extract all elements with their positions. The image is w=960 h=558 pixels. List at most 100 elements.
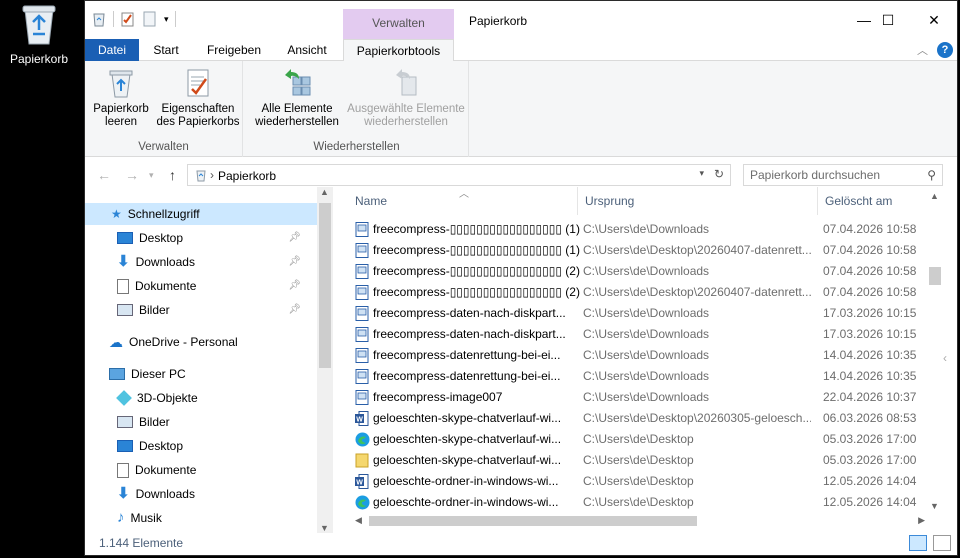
nav-downloads-quick[interactable]: ⬇ Downloads 📌︎: [117, 251, 317, 273]
scroll-up-icon[interactable]: ▲: [320, 187, 329, 197]
table-row[interactable]: Wgeloeschte-ordner-in-windows-wi... C:\Us…: [353, 471, 927, 492]
computer-icon: [109, 368, 125, 380]
pin-icon[interactable]: 📌︎: [288, 299, 301, 321]
file-origin: C:\Users\de\Desktop: [583, 474, 694, 488]
nav-music[interactable]: ♪ Musik: [117, 507, 317, 529]
document-icon: [355, 243, 369, 258]
search-input[interactable]: Papierkorb durchsuchen ⚲: [743, 164, 943, 186]
file-deleted-date: 07.04.2026 10:58: [823, 285, 917, 299]
close-button[interactable]: ✕: [911, 1, 957, 39]
tab-papierkorbtools[interactable]: Papierkorbtools: [343, 39, 454, 62]
nav-pictures-quick[interactable]: Bilder 📌︎: [117, 299, 317, 321]
pin-icon[interactable]: 📌︎: [288, 275, 301, 297]
table-row[interactable]: geloeschten-skype-chatverlauf-wi... C:\Us…: [353, 429, 927, 450]
table-row[interactable]: freecompress-daten-nach-diskpart... C:\Us…: [353, 303, 927, 324]
nav-desktop-quick[interactable]: Desktop 📌︎: [117, 227, 317, 249]
file-deleted-date: 07.04.2026 10:58: [823, 264, 917, 278]
cube-icon: [116, 390, 132, 406]
tab-datei[interactable]: Datei: [85, 39, 139, 61]
properties-large-icon: [182, 67, 214, 99]
table-row[interactable]: freecompress-▯▯▯▯▯▯▯▯▯▯▯▯▯▯▯▯▯ (1) C:\Use…: [353, 240, 927, 261]
new-folder-icon[interactable]: [142, 11, 158, 27]
properties-icon[interactable]: [120, 11, 136, 27]
bin-properties-label: Eigenschaften des Papierkorbs: [156, 103, 240, 128]
file-scroll-thumb[interactable]: [929, 267, 941, 285]
document-icon: [117, 278, 129, 294]
nav-label: Desktop: [139, 439, 184, 453]
maximize-icon: ☐: [881, 12, 895, 28]
desktop-recycle-bin[interactable]: Papierkorb: [4, 2, 74, 66]
restore-selected-button[interactable]: Ausgewählte Elemente wiederherstellen: [345, 67, 467, 129]
scroll-left-icon[interactable]: ◀: [355, 515, 362, 526]
nav-desktop[interactable]: Desktop: [117, 435, 317, 457]
tab-freigeben[interactable]: Freigeben: [201, 39, 267, 61]
qat-dropdown-icon[interactable]: ▾: [164, 14, 169, 25]
nav-3d-objects[interactable]: 3D-Objekte: [116, 387, 317, 409]
address-dropdown-icon[interactable]: ▾: [699, 168, 704, 179]
pin-icon[interactable]: 📌︎: [288, 251, 301, 273]
file-origin: C:\Users\de\Desktop: [583, 495, 694, 509]
table-row[interactable]: freecompress-datenrettung-bei-ei... C:\Us…: [353, 366, 927, 387]
file-name: geloeschten-skype-chatverlauf-wi...: [373, 432, 562, 446]
nav-scrollbar[interactable]: ▲ ▼: [317, 187, 333, 533]
help-icon[interactable]: ?: [937, 42, 953, 58]
table-row[interactable]: freecompress-datenrettung-bei-ei... C:\Us…: [353, 345, 927, 366]
nav-documents-quick[interactable]: Dokumente 📌︎: [117, 275, 317, 297]
scroll-up-icon[interactable]: ▲: [930, 191, 939, 201]
document-icon: [355, 306, 369, 321]
file-origin: C:\Users\de\Downloads: [583, 369, 710, 383]
nav-this-pc[interactable]: Dieser PC: [109, 363, 309, 385]
file-name: freecompress-▯▯▯▯▯▯▯▯▯▯▯▯▯▯▯▯▯ (2): [373, 264, 580, 278]
search-placeholder: Papierkorb durchsuchen: [750, 168, 881, 182]
collapse-ribbon-icon[interactable]: ︿: [917, 42, 928, 58]
bin-properties-button[interactable]: Eigenschaften des Papierkorbs: [155, 67, 241, 129]
nav-quick-access[interactable]: ★ Schnellzugriff: [85, 203, 317, 225]
h-scroll-thumb[interactable]: [369, 516, 697, 526]
horizontal-scrollbar[interactable]: ◀ ▶: [353, 513, 927, 529]
restore-all-button[interactable]: Alle Elemente wiederherstellen: [249, 67, 345, 129]
table-row[interactable]: Wgeloeschten-skype-chatverlauf-wi... C:\U…: [353, 408, 927, 429]
scroll-right-icon[interactable]: ▶: [918, 515, 925, 526]
refresh-icon[interactable]: ↻: [714, 167, 724, 181]
expand-pane-icon[interactable]: ‹: [943, 351, 947, 365]
nav-documents[interactable]: Dokumente: [117, 459, 317, 481]
pin-icon[interactable]: 📌︎: [288, 227, 301, 249]
table-row[interactable]: freecompress-▯▯▯▯▯▯▯▯▯▯▯▯▯▯▯▯▯ (2) C:\Use…: [353, 282, 927, 303]
context-tab-header: Verwalten: [343, 9, 454, 39]
nav-downloads[interactable]: ⬇ Downloads: [117, 483, 317, 505]
nav-onedrive[interactable]: ☁ OneDrive - Personal: [109, 331, 309, 353]
table-row[interactable]: geloeschten-skype-chatverlauf-wi... C:\Us…: [353, 450, 927, 471]
table-row[interactable]: freecompress-daten-nach-diskpart... C:\Us…: [353, 324, 927, 345]
details-view-icon[interactable]: [909, 535, 927, 551]
table-row[interactable]: freecompress-▯▯▯▯▯▯▯▯▯▯▯▯▯▯▯▯▯ (2) C:\Use…: [353, 261, 927, 282]
empty-recycle-bin-button[interactable]: Papierkorb leeren: [91, 67, 151, 129]
nav-scroll-thumb[interactable]: [319, 203, 331, 368]
table-row[interactable]: freecompress-image007 C:\Users\de\Downloa…: [353, 387, 927, 408]
nav-label: Downloads: [135, 487, 195, 501]
file-scrollbar[interactable]: ▲ ▼: [927, 187, 943, 513]
edge-browser-icon: [355, 432, 370, 447]
file-origin: C:\Users\de\Downloads: [583, 390, 710, 404]
nav-label: Dokumente: [135, 463, 197, 477]
address-bar[interactable]: › Papierkorb ▾ ↻: [187, 164, 731, 186]
nav-pictures[interactable]: Bilder: [117, 411, 317, 433]
file-origin: C:\Users\de\Desktop: [583, 432, 694, 446]
table-row[interactable]: geloeschte-ordner-in-windows-wi... C:\Use…: [353, 492, 927, 513]
large-icons-view-icon[interactable]: [933, 535, 951, 551]
maximize-button[interactable]: ☐: [865, 1, 911, 39]
recent-dropdown-icon[interactable]: ▾: [149, 170, 154, 181]
scroll-down-icon[interactable]: ▼: [930, 501, 939, 511]
close-icon: ✕: [928, 12, 940, 28]
tab-ansicht[interactable]: Ansicht: [281, 39, 333, 61]
folder-icon: [355, 453, 369, 468]
restore-all-label: Alle Elemente wiederherstellen: [255, 103, 339, 128]
back-arrow-icon[interactable]: ←: [97, 167, 111, 183]
file-name: freecompress-▯▯▯▯▯▯▯▯▯▯▯▯▯▯▯▯▯ (2): [373, 285, 580, 299]
up-arrow-icon[interactable]: ↑: [169, 167, 176, 183]
pictures-icon: [117, 304, 133, 316]
file-name: freecompress-datenrettung-bei-ei...: [373, 369, 561, 383]
table-row[interactable]: freecompress-▯▯▯▯▯▯▯▯▯▯▯▯▯▯▯▯▯ (1) C:\Use…: [353, 219, 927, 240]
forward-arrow-icon[interactable]: →: [125, 167, 139, 183]
breadcrumb-papierkorb[interactable]: Papierkorb: [218, 169, 276, 183]
tab-start[interactable]: Start: [141, 39, 191, 61]
